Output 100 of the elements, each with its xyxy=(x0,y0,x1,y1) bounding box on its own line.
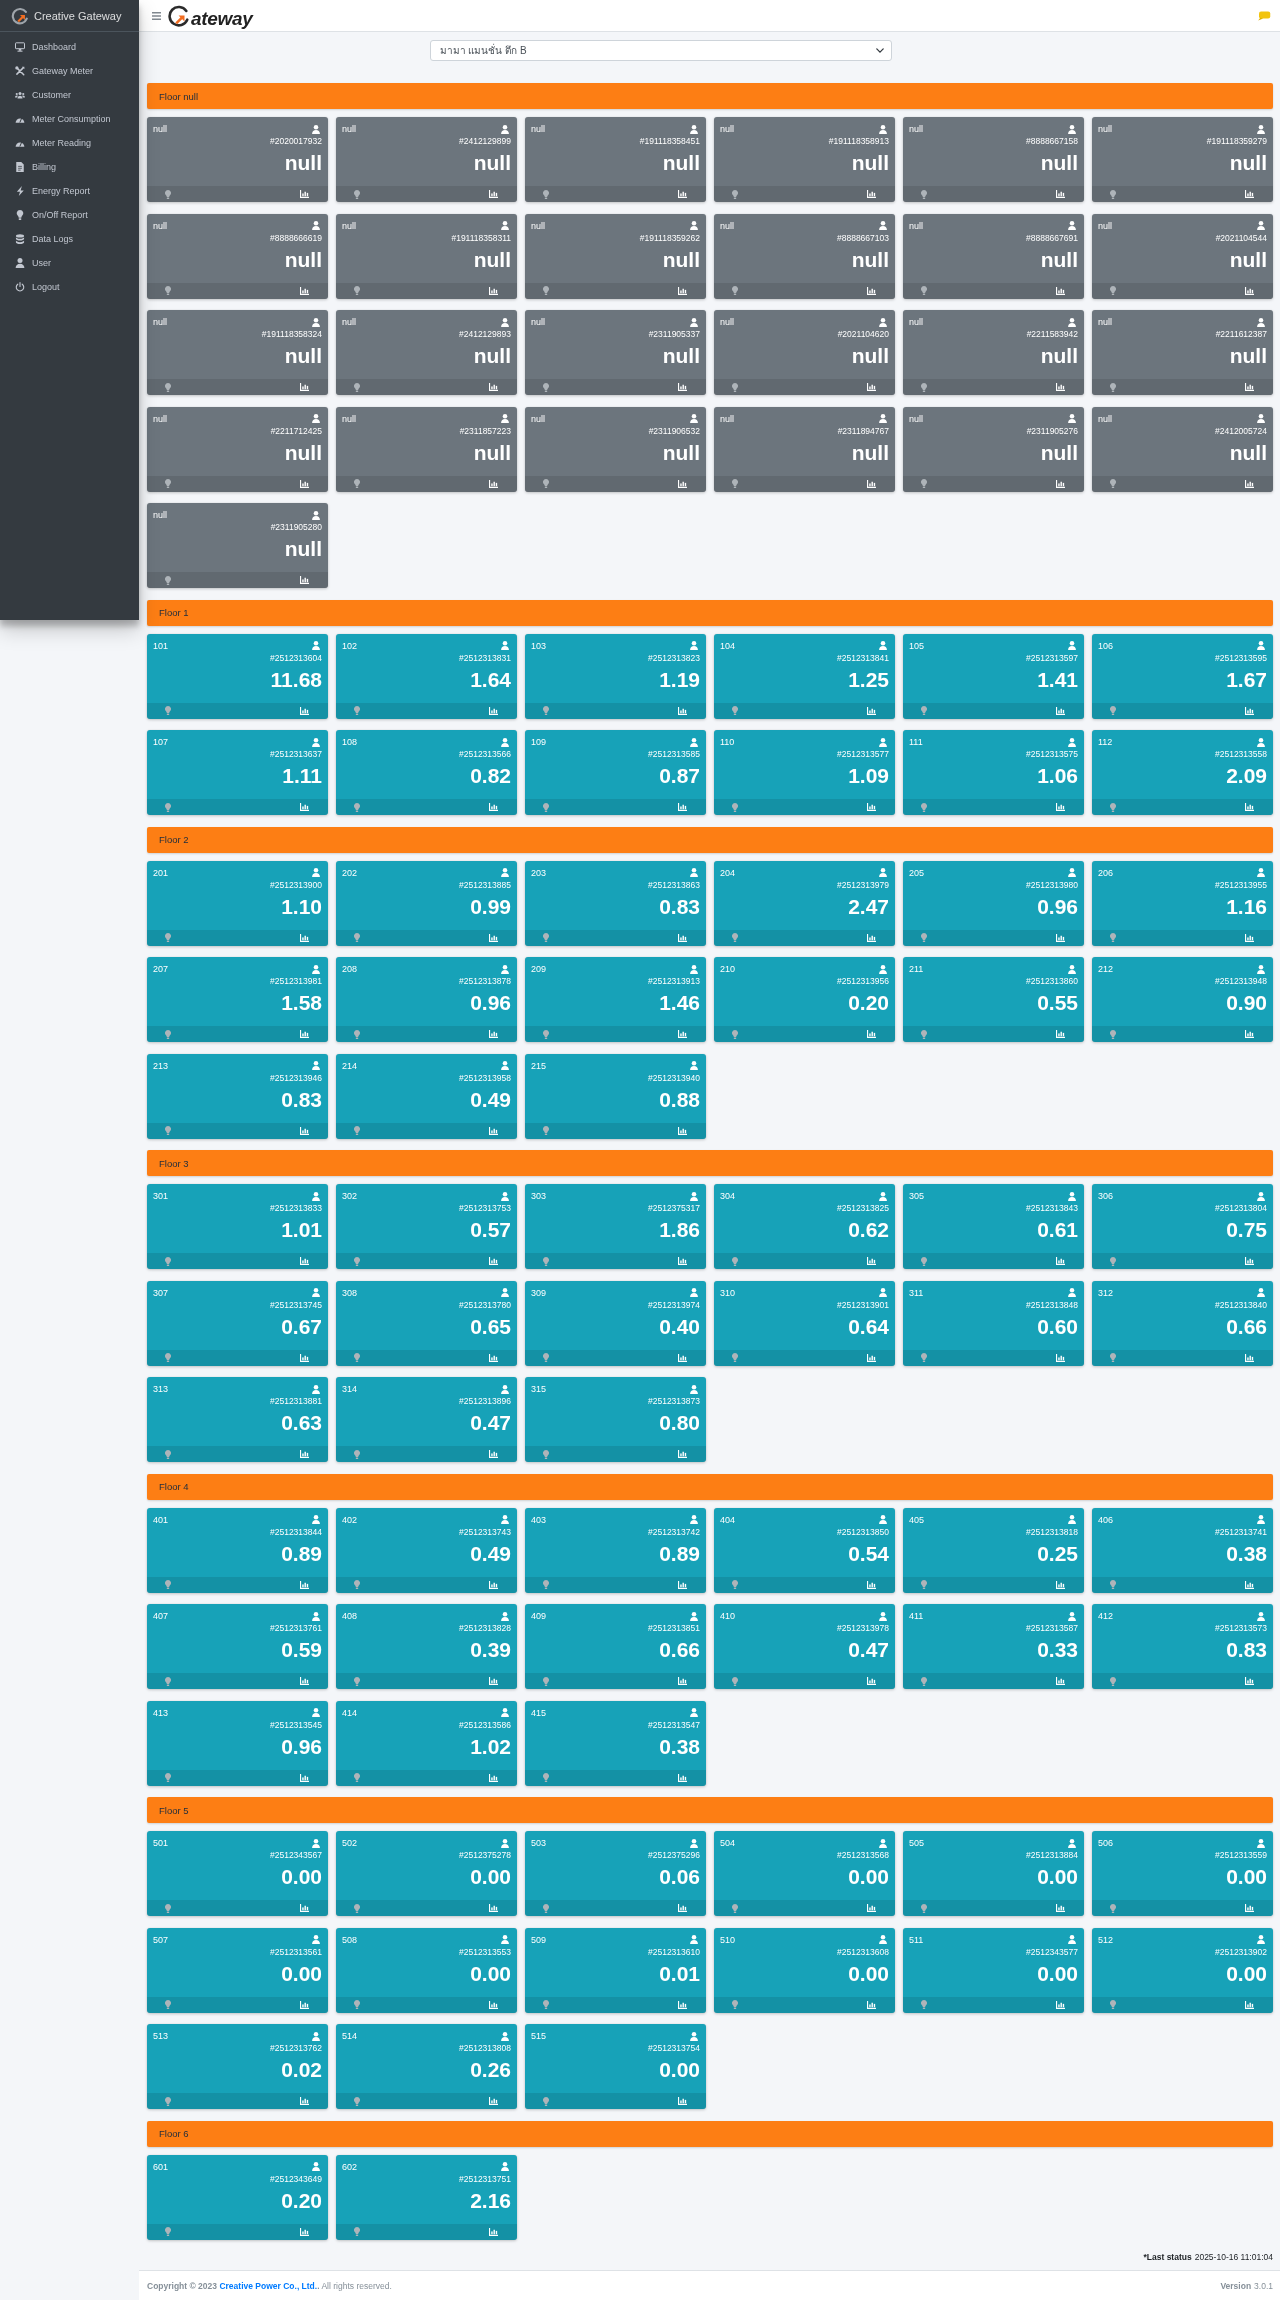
lightbulb-icon[interactable] xyxy=(354,189,360,199)
user-icon[interactable] xyxy=(501,2162,509,2171)
lightbulb-icon[interactable] xyxy=(921,1580,927,1589)
lightbulb-icon[interactable] xyxy=(732,706,738,715)
chart-icon[interactable] xyxy=(1245,803,1254,811)
chart-icon[interactable] xyxy=(300,1126,309,1135)
lightbulb-icon[interactable] xyxy=(732,382,738,392)
chart-icon[interactable] xyxy=(489,1904,498,1912)
user-icon[interactable] xyxy=(501,414,509,423)
chart-icon[interactable] xyxy=(867,1580,876,1589)
user-icon[interactable] xyxy=(312,1838,320,1848)
chart-icon[interactable] xyxy=(300,576,309,584)
lightbulb-icon[interactable] xyxy=(921,382,927,392)
lightbulb-icon[interactable] xyxy=(732,286,738,295)
chart-icon[interactable] xyxy=(489,803,498,811)
chart-icon[interactable] xyxy=(678,383,687,391)
chart-icon[interactable] xyxy=(678,933,687,942)
chart-icon[interactable] xyxy=(489,383,498,391)
lightbulb-icon[interactable] xyxy=(732,802,738,812)
user-icon[interactable] xyxy=(690,1191,698,1201)
lightbulb-icon[interactable] xyxy=(543,1676,549,1686)
lightbulb-icon[interactable] xyxy=(732,1676,738,1686)
lightbulb-icon[interactable] xyxy=(354,1580,360,1589)
chart-icon[interactable] xyxy=(1245,2000,1254,2009)
chart-icon[interactable] xyxy=(300,1450,309,1458)
user-icon[interactable] xyxy=(1257,641,1265,650)
user-icon[interactable] xyxy=(1257,1838,1265,1848)
chart-icon[interactable] xyxy=(489,933,498,942)
lightbulb-icon[interactable] xyxy=(1110,1353,1116,1362)
lightbulb-icon[interactable] xyxy=(165,1676,171,1686)
chart-icon[interactable] xyxy=(300,479,309,488)
chart-icon[interactable] xyxy=(1245,1257,1254,1265)
lightbulb-icon[interactable] xyxy=(1110,933,1116,942)
user-icon[interactable] xyxy=(1257,221,1265,230)
lightbulb-icon[interactable] xyxy=(543,2000,549,2009)
chart-icon[interactable] xyxy=(489,1030,498,1038)
lightbulb-icon[interactable] xyxy=(1110,382,1116,392)
user-icon[interactable] xyxy=(1257,124,1265,134)
chart-icon[interactable] xyxy=(1056,1030,1065,1038)
user-icon[interactable] xyxy=(1068,1611,1076,1621)
user-icon[interactable] xyxy=(1068,317,1076,327)
chart-icon[interactable] xyxy=(1245,383,1254,391)
user-icon[interactable] xyxy=(501,1288,509,1297)
user-icon[interactable] xyxy=(312,1935,320,1944)
user-icon[interactable] xyxy=(312,2031,320,2041)
lightbulb-icon[interactable] xyxy=(165,575,171,585)
nav-item[interactable]: Dashboard xyxy=(5,35,134,59)
user-icon[interactable] xyxy=(1068,124,1076,134)
lightbulb-icon[interactable] xyxy=(543,479,549,488)
chart-icon[interactable] xyxy=(867,479,876,488)
nav-item[interactable]: Gateway Meter xyxy=(5,59,134,83)
user-icon[interactable] xyxy=(879,414,887,423)
user-icon[interactable] xyxy=(879,1838,887,1848)
lightbulb-icon[interactable] xyxy=(165,802,171,812)
chart-icon[interactable] xyxy=(867,706,876,715)
lightbulb-icon[interactable] xyxy=(921,2000,927,2009)
lightbulb-icon[interactable] xyxy=(1110,1676,1116,1686)
chart-icon[interactable] xyxy=(489,1580,498,1589)
user-icon[interactable] xyxy=(690,868,698,877)
chart-icon[interactable] xyxy=(1056,803,1065,811)
user-icon[interactable] xyxy=(690,1935,698,1944)
chart-icon[interactable] xyxy=(1245,1580,1254,1589)
chart-icon[interactable] xyxy=(678,1580,687,1589)
nav-item[interactable]: Meter Reading xyxy=(5,131,134,155)
chart-icon[interactable] xyxy=(867,190,876,198)
lightbulb-icon[interactable] xyxy=(354,802,360,812)
nav-item[interactable]: Energy Report xyxy=(5,179,134,203)
user-icon[interactable] xyxy=(690,964,698,974)
chart-icon[interactable] xyxy=(1056,2000,1065,2009)
lightbulb-icon[interactable] xyxy=(543,1256,549,1266)
user-icon[interactable] xyxy=(879,1935,887,1944)
user-icon[interactable] xyxy=(1068,1191,1076,1201)
chart-icon[interactable] xyxy=(1056,286,1065,295)
lightbulb-icon[interactable] xyxy=(165,2227,171,2236)
chart-icon[interactable] xyxy=(678,1773,687,1782)
lightbulb-icon[interactable] xyxy=(354,1126,360,1135)
lightbulb-icon[interactable] xyxy=(165,1353,171,1362)
chart-icon[interactable] xyxy=(678,2097,687,2105)
user-icon[interactable] xyxy=(1257,737,1265,747)
lightbulb-icon[interactable] xyxy=(354,2096,360,2106)
lightbulb-icon[interactable] xyxy=(354,1449,360,1459)
chart-icon[interactable] xyxy=(867,803,876,811)
lightbulb-icon[interactable] xyxy=(165,479,171,488)
user-icon[interactable] xyxy=(312,1191,320,1201)
chart-icon[interactable] xyxy=(1245,1353,1254,1362)
user-icon[interactable] xyxy=(501,1515,509,1524)
lightbulb-icon[interactable] xyxy=(165,286,171,295)
lightbulb-icon[interactable] xyxy=(921,1676,927,1686)
nav-item[interactable]: Logout xyxy=(5,275,134,299)
user-icon[interactable] xyxy=(879,1191,887,1201)
chart-icon[interactable] xyxy=(678,1126,687,1135)
chart-icon[interactable] xyxy=(867,1030,876,1038)
lightbulb-icon[interactable] xyxy=(543,1903,549,1913)
lightbulb-icon[interactable] xyxy=(921,1353,927,1362)
chart-icon[interactable] xyxy=(867,383,876,391)
nav-item[interactable]: Data Logs xyxy=(5,227,134,251)
lightbulb-icon[interactable] xyxy=(165,1029,171,1039)
chart-icon[interactable] xyxy=(1056,1353,1065,1362)
chart-icon[interactable] xyxy=(300,1580,309,1589)
lightbulb-icon[interactable] xyxy=(354,2000,360,2009)
